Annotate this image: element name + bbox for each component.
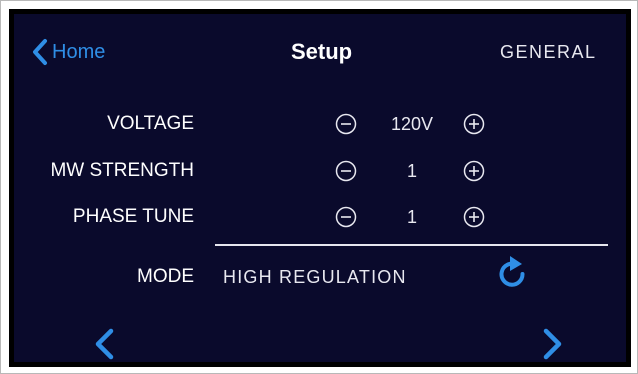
mw-strength-label: MW STRENGTH	[50, 160, 194, 181]
minus-circle-icon	[335, 160, 357, 182]
mw-strength-decrement-button[interactable]	[335, 160, 357, 182]
header: Home Setup GENERAL	[14, 14, 626, 84]
phase-tune-decrement-button[interactable]	[335, 206, 357, 228]
voltage-value: 120V	[390, 114, 434, 134]
mw-strength-value: 1	[406, 161, 417, 181]
phase-tune-value: 1	[406, 207, 417, 227]
prev-page-button[interactable]	[92, 326, 116, 362]
mode-label: MODE	[137, 266, 194, 287]
home-back-label: Home	[52, 41, 106, 63]
plus-circle-icon	[463, 160, 485, 182]
chevron-left-icon	[33, 39, 47, 65]
mode-value: HIGH REGULATION	[223, 267, 407, 287]
plus-circle-icon	[463, 206, 485, 228]
phase-tune-increment-button[interactable]	[463, 206, 485, 228]
plus-circle-icon	[463, 113, 485, 135]
mode-cycle-button[interactable]	[494, 254, 530, 290]
minus-circle-icon	[335, 206, 357, 228]
voltage-label: VOLTAGE	[107, 113, 194, 134]
device-frame: Home Setup GENERAL VOLTAGE 120V MW STREN…	[0, 0, 638, 374]
mw-strength-increment-button[interactable]	[463, 160, 485, 182]
voltage-increment-button[interactable]	[463, 113, 485, 135]
minus-circle-icon	[335, 113, 357, 135]
section-label: GENERAL	[500, 42, 597, 62]
voltage-decrement-button[interactable]	[335, 113, 357, 135]
chevron-left-icon	[95, 328, 114, 360]
page-title: Setup	[291, 39, 353, 64]
setup-screen: Home Setup GENERAL VOLTAGE 120V MW STREN…	[9, 9, 631, 367]
next-page-button[interactable]	[541, 326, 565, 362]
divider	[215, 244, 608, 246]
phase-tune-label: PHASE TUNE	[72, 206, 194, 227]
refresh-icon	[499, 256, 525, 287]
chevron-right-icon	[543, 328, 562, 360]
home-back-button[interactable]: Home	[32, 38, 105, 66]
